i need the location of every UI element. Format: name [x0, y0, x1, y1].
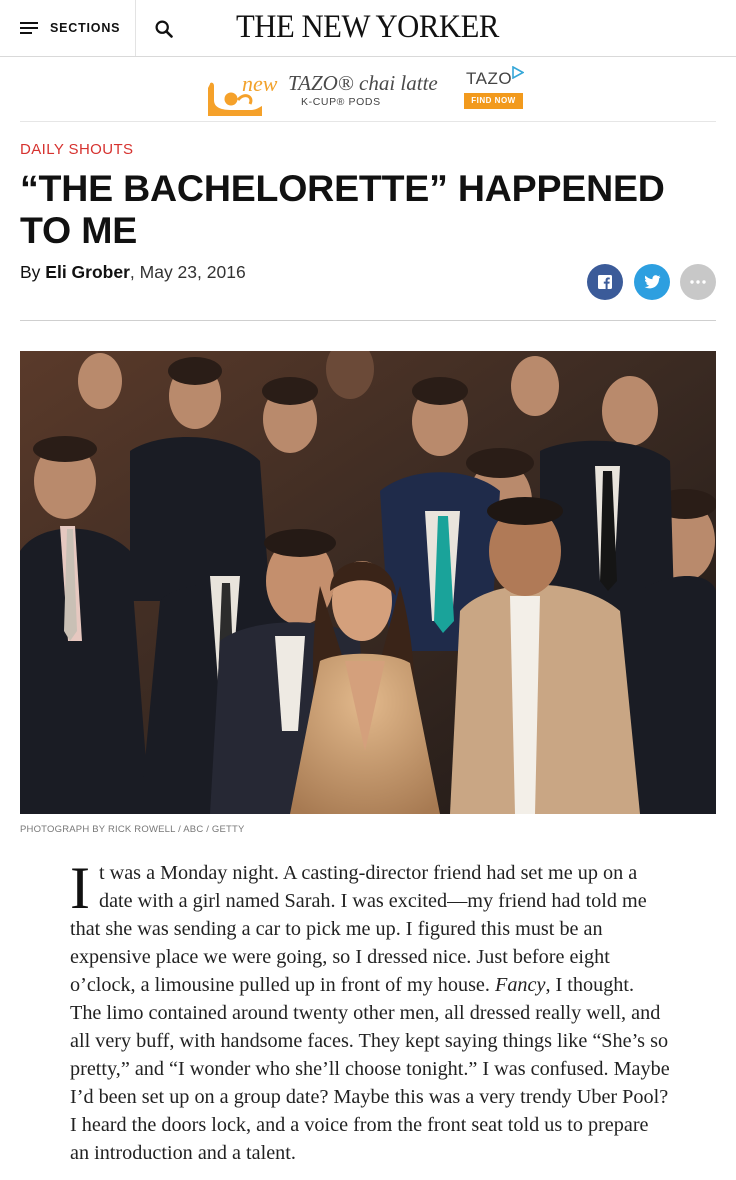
more-share-button[interactable]: [680, 264, 716, 300]
drop-cap: I: [70, 855, 90, 921]
sections-label: SECTIONS: [50, 21, 121, 35]
advertisement-banner[interactable]: new TAZO® chai latte K-CUP® PODS TAZO FI…: [206, 66, 526, 116]
ad-divider: [20, 121, 716, 122]
author-link[interactable]: Eli Grober: [45, 262, 130, 282]
body-italic-word: Fancy: [494, 974, 546, 996]
header-divider: [20, 320, 716, 321]
facebook-icon: [598, 275, 612, 289]
sections-menu-button[interactable]: SECTIONS: [0, 0, 136, 56]
masthead-logo[interactable]: THE NEW YORKER: [236, 9, 499, 46]
byline-prefix: By: [20, 262, 46, 282]
twitter-icon: [644, 275, 660, 289]
group-photo-illustration: [20, 351, 716, 814]
hamburger-icon: [20, 22, 38, 34]
twitter-share-button[interactable]: [634, 264, 670, 300]
publish-date: , May 23, 2016: [129, 262, 246, 282]
byline: By Eli Grober, May 23, 2016: [20, 262, 246, 283]
ad-format-text: K-CUP® PODS: [301, 96, 381, 108]
top-navigation: SECTIONS THE NEW YORKER: [0, 0, 736, 57]
ad-cta-button[interactable]: FIND NOW: [464, 93, 523, 109]
photo-credit: PHOTOGRAPH BY RICK ROWELL / ABC / GETTY: [20, 824, 245, 835]
lead-photograph: [20, 351, 716, 814]
ad-brand-logo: TAZO: [466, 69, 513, 88]
adchoices-icon[interactable]: [511, 66, 524, 79]
search-button[interactable]: [150, 15, 178, 43]
ad-product-text: TAZO® chai latte: [288, 71, 438, 95]
article-rubric[interactable]: DAILY SHOUTS: [20, 141, 133, 158]
ad-new-text: new: [242, 71, 278, 96]
more-icon: [690, 280, 706, 284]
body-paragraph-part2: , I thought. The limo contained around t…: [70, 974, 670, 1164]
article-body: It was a Monday night. A casting-directo…: [70, 855, 670, 1167]
facebook-share-button[interactable]: [587, 264, 623, 300]
article-headline: “THE BACHELORETTE” HAPPENED TO ME: [20, 167, 665, 251]
search-icon: [155, 20, 173, 38]
